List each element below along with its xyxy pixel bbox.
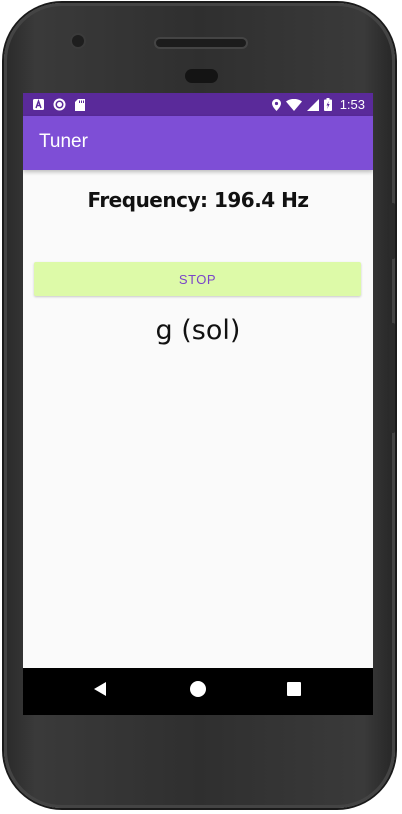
stop-button[interactable]: STOP bbox=[34, 262, 361, 296]
home-button[interactable] bbox=[174, 668, 222, 715]
volume-button bbox=[389, 203, 395, 259]
back-button[interactable] bbox=[76, 668, 124, 715]
app-title: Tuner bbox=[39, 131, 88, 152]
front-camera bbox=[72, 35, 84, 47]
home-circle-icon bbox=[189, 680, 207, 703]
back-triangle-icon bbox=[93, 681, 107, 702]
navigation-bar bbox=[23, 668, 373, 715]
screen: 1:53 Tuner Frequency: 196.4 Hz STOP g (s… bbox=[23, 93, 373, 715]
signal-icon bbox=[306, 98, 319, 111]
frequency-readout: Frequency: 196.4 Hz bbox=[87, 188, 309, 212]
recents-square-icon bbox=[287, 682, 301, 701]
circle-icon bbox=[53, 98, 66, 111]
status-bar: 1:53 bbox=[23, 93, 373, 116]
note-label: g (sol) bbox=[155, 315, 241, 346]
app-bar: Tuner bbox=[23, 116, 373, 170]
wifi-icon bbox=[285, 98, 302, 111]
proximity-sensor bbox=[185, 69, 218, 83]
recents-button[interactable] bbox=[270, 668, 318, 715]
battery-charging-icon bbox=[323, 98, 332, 111]
location-icon bbox=[271, 98, 281, 111]
sd-card-icon bbox=[75, 98, 85, 111]
a-badge-icon bbox=[33, 99, 44, 110]
power-button bbox=[389, 323, 395, 433]
status-time: 1:53 bbox=[339, 97, 365, 112]
earpiece-speaker bbox=[156, 39, 246, 47]
